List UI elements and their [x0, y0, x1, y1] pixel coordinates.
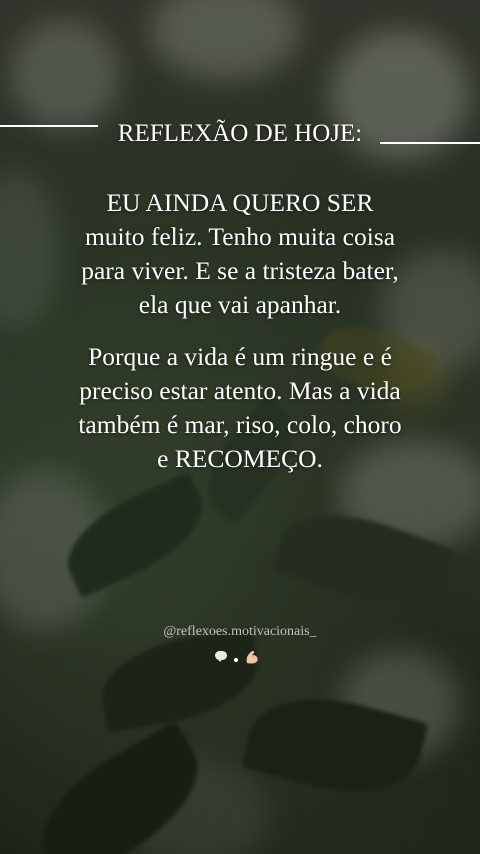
flexed-biceps-icon	[246, 651, 258, 664]
quote-paragraph-1: EU AINDA QUERO SER muito feliz. Tenho mu…	[30, 186, 450, 322]
quote-paragraph-2: Porque a vida é um ringue e é preciso es…	[30, 340, 450, 476]
quote-line: e RECOMEÇO.	[157, 444, 323, 473]
quote-line: preciso estar atento. Mas a vida	[79, 376, 401, 405]
author-handle: @reflexoes.motivacionais_	[163, 624, 317, 639]
heading-title: REFLEXÃO DE HOJE:	[117, 120, 363, 147]
quote-line: para viver. E se a tristeza bater,	[81, 256, 399, 285]
heading-divider-left	[0, 125, 98, 127]
quote-line: Porque a vida é um ringue e é	[88, 342, 392, 371]
quote-line: muito feliz. Tenho muita coisa	[84, 222, 396, 251]
quote-line: EU AINDA QUERO SER	[106, 188, 374, 217]
heading-row: REFLEXÃO DE HOJE:	[0, 118, 480, 154]
speech-bubble-icon	[215, 651, 227, 662]
emoji-row	[210, 648, 270, 666]
quote-line: também é mar, riso, colo, choro	[78, 410, 402, 439]
dot-icon	[234, 658, 238, 662]
heading-divider-right	[380, 142, 480, 144]
quote-card: REFLEXÃO DE HOJE: EU AINDA QUERO SER mui…	[0, 0, 480, 854]
quote-line: ela que vai apanhar.	[138, 290, 342, 319]
